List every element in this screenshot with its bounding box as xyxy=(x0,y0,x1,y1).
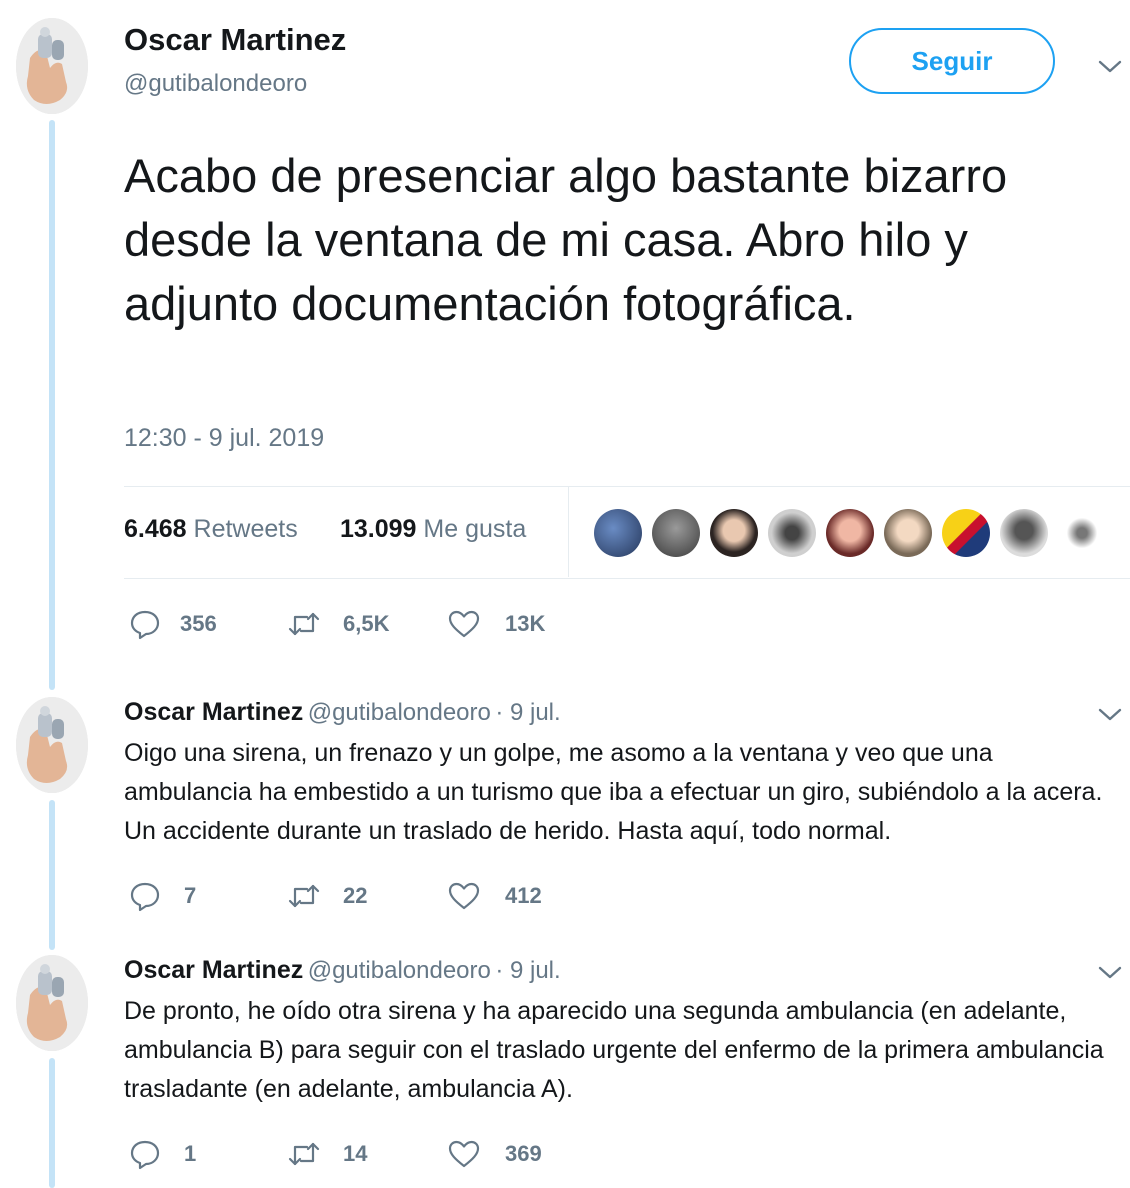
divider xyxy=(124,578,1130,579)
retweets-count: 6.468 xyxy=(124,515,187,543)
retweet-action[interactable]: 14 xyxy=(287,1137,367,1171)
divider xyxy=(568,487,569,577)
avatar[interactable] xyxy=(16,955,88,1051)
like-action[interactable]: 13K xyxy=(447,607,545,641)
reply-icon xyxy=(130,610,160,640)
liker-avatar[interactable] xyxy=(884,509,932,557)
tweet-date[interactable]: · 9 jul. xyxy=(495,699,560,726)
thread-line xyxy=(49,800,55,950)
retweets-stat[interactable]: 6.468 Retweets xyxy=(124,515,298,544)
like-count: 13K xyxy=(505,611,546,636)
liker-avatar[interactable] xyxy=(710,509,758,557)
liker-avatar[interactable] xyxy=(1000,509,1048,557)
more-options-button[interactable] xyxy=(1096,56,1124,81)
likes-label: Me gusta xyxy=(423,515,527,543)
author-handle[interactable]: @gutibalondeoro xyxy=(308,699,491,726)
reply-count: 1 xyxy=(184,1141,197,1166)
retweet-count: 14 xyxy=(343,1141,368,1166)
reply-count: 7 xyxy=(184,883,197,908)
thread-line xyxy=(49,120,55,690)
tweet-date[interactable]: · 9 jul. xyxy=(495,957,560,984)
tweet-text: Acabo de presenciar algo bastante bizarr… xyxy=(124,149,1008,330)
reply-header: Oscar Martinez @gutibalondeoro · 9 jul. xyxy=(124,698,561,727)
retweets-label: Retweets xyxy=(193,515,298,543)
like-action[interactable]: 412 xyxy=(447,879,542,913)
divider xyxy=(124,486,1130,487)
author-name[interactable]: Oscar Martinez xyxy=(124,22,346,58)
tweet-timestamp[interactable]: 12:30 - 9 jul. 2019 xyxy=(124,424,324,453)
like-count: 412 xyxy=(505,883,542,908)
heart-icon xyxy=(448,882,480,910)
liker-avatar[interactable] xyxy=(826,509,874,557)
tweet-text: De pronto, he oído otra sirena y ha apar… xyxy=(124,997,1104,1103)
liker-avatar[interactable] xyxy=(594,509,642,557)
retweet-count: 6,5K xyxy=(343,611,390,636)
more-options-button[interactable] xyxy=(1096,962,1124,987)
likes-count: 13.099 xyxy=(340,515,417,543)
author-handle[interactable]: @gutibalondeoro xyxy=(124,70,307,98)
retweet-count: 22 xyxy=(343,883,368,908)
reply-count: 356 xyxy=(180,611,217,636)
liker-avatar[interactable] xyxy=(1058,509,1106,557)
retweet-action[interactable]: 6,5K xyxy=(287,607,389,641)
reply-action[interactable]: 7 xyxy=(128,879,196,913)
liker-avatar[interactable] xyxy=(768,509,816,557)
like-action[interactable]: 369 xyxy=(447,1137,542,1171)
retweet-icon xyxy=(288,1142,320,1166)
reply-header: Oscar Martinez @gutibalondeoro · 9 jul. xyxy=(124,956,561,985)
reply-icon xyxy=(130,882,160,912)
reply-action[interactable]: 1 xyxy=(128,1137,196,1171)
like-count: 369 xyxy=(505,1141,542,1166)
retweet-icon xyxy=(288,884,320,908)
heart-icon xyxy=(448,610,480,638)
chevron-down-icon xyxy=(1098,708,1122,721)
thread-line xyxy=(49,1058,55,1188)
retweet-action[interactable]: 22 xyxy=(287,879,367,913)
more-options-button[interactable] xyxy=(1096,704,1124,729)
retweet-icon xyxy=(288,612,320,636)
likes-stat[interactable]: 13.099 Me gusta xyxy=(340,515,526,544)
tweet-text: Oigo una sirena, un frenazo y un golpe, … xyxy=(124,739,1103,845)
author-name[interactable]: Oscar Martinez xyxy=(124,698,303,726)
author-name[interactable]: Oscar Martinez xyxy=(124,956,303,984)
follow-button[interactable]: Seguir xyxy=(849,28,1055,94)
reply-icon xyxy=(130,1140,160,1170)
liker-avatar[interactable] xyxy=(652,509,700,557)
chevron-down-icon xyxy=(1098,966,1122,979)
chevron-down-icon xyxy=(1098,60,1122,73)
heart-icon xyxy=(448,1140,480,1168)
likers-avatars xyxy=(594,509,1106,557)
liker-avatar[interactable] xyxy=(942,509,990,557)
author-handle[interactable]: @gutibalondeoro xyxy=(308,957,491,984)
avatar[interactable] xyxy=(16,18,88,114)
avatar[interactable] xyxy=(16,697,88,793)
reply-action[interactable]: 356 xyxy=(128,607,217,641)
